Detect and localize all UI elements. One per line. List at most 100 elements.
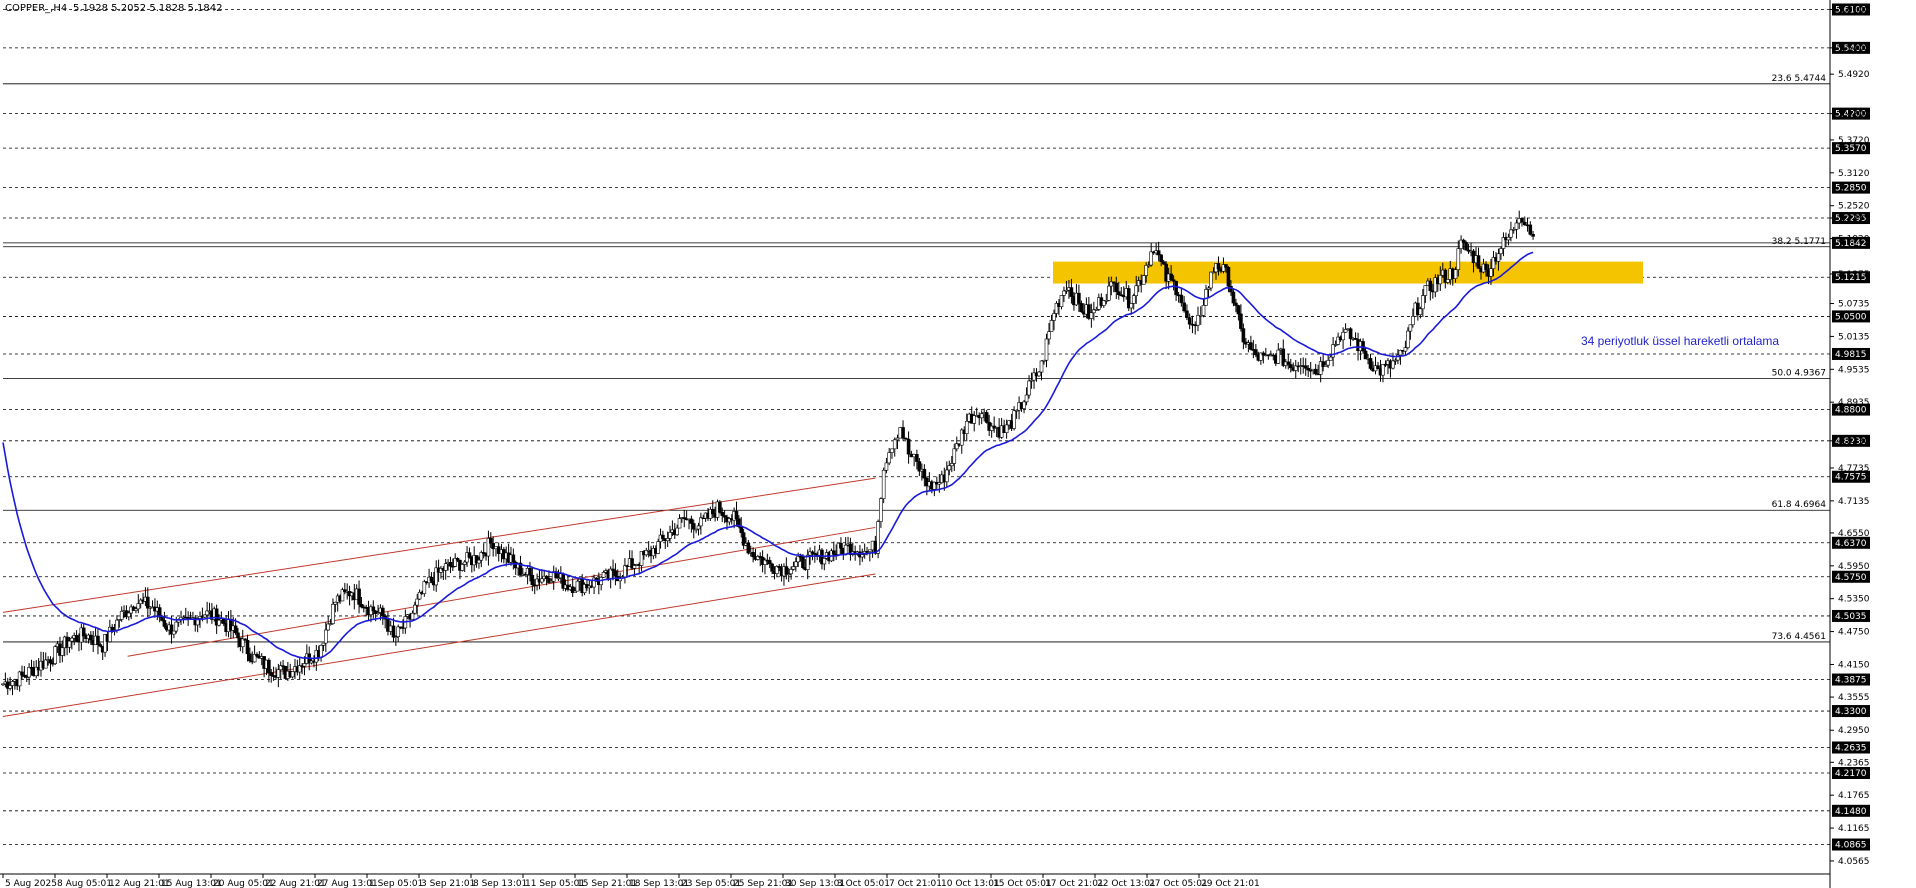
- y-tick-label: 4.7135: [1838, 497, 1870, 507]
- y-tick-label: 5.4920: [1838, 70, 1870, 80]
- candle-body: [20, 671, 24, 676]
- candle-body: [162, 620, 167, 627]
- candle-body: [415, 598, 420, 606]
- candle-body: [665, 538, 670, 542]
- candle-body: [1531, 234, 1535, 237]
- candle-body: [1461, 239, 1466, 243]
- candle-body: [1049, 320, 1054, 332]
- x-tick-label: 15 Oct 05:01: [993, 879, 1052, 888]
- candle-body: [217, 619, 221, 626]
- candle-body: [1022, 401, 1026, 409]
- candle-body: [691, 523, 696, 530]
- x-tick-label: 1 Sep 05:01: [369, 879, 423, 888]
- channel-line: [2, 573, 876, 718]
- candle-body: [1004, 424, 1009, 433]
- y-tick-label: 4.8230: [1838, 437, 1870, 447]
- candle-body: [887, 452, 891, 464]
- y-tick-label: 5.6100: [1838, 5, 1870, 15]
- candle-body: [601, 572, 606, 578]
- candle-body: [110, 626, 114, 631]
- y-tick-label: 5.0135: [1838, 332, 1870, 342]
- candle-body: [1341, 331, 1345, 341]
- candle-body: [1438, 275, 1443, 285]
- x-tick-label: 3 Sep 21:01: [421, 879, 475, 888]
- candle-body: [1328, 356, 1333, 361]
- y-tick-label: 5.2520: [1838, 202, 1870, 212]
- candle-body: [1185, 310, 1189, 318]
- candle-body: [127, 612, 131, 618]
- candle-body: [115, 619, 119, 631]
- price-level-label: 5.0500: [1835, 312, 1867, 322]
- candle-body: [1421, 295, 1425, 310]
- candle-body: [1403, 347, 1408, 352]
- price-channel: [2, 477, 876, 718]
- candle-body: [1381, 363, 1385, 376]
- chart-header-symbol: COPPER_,H4: [5, 3, 67, 14]
- candle-body: [324, 629, 328, 644]
- candle-body: [359, 604, 364, 608]
- y-tick-label: 4.2950: [1838, 726, 1870, 736]
- candle-body: [1077, 292, 1081, 304]
- y-tick-label: 5.1920: [1838, 235, 1870, 245]
- price-level-label: 4.5035: [1835, 612, 1867, 622]
- time-axis: 5 Aug 2025 8 Aug 05:0112 Aug 21:0115 Aug …: [2, 874, 1260, 888]
- price-level-label: 4.2635: [1835, 743, 1867, 753]
- candle-body: [371, 606, 376, 612]
- candle-body: [1116, 291, 1121, 296]
- candle-body: [321, 642, 326, 646]
- candle-body: [1089, 312, 1094, 319]
- candle-body: [136, 603, 141, 610]
- candle-body: [739, 526, 744, 533]
- candle-body: [1428, 280, 1433, 291]
- x-tick-label: 3 Oct 05:01: [837, 879, 890, 888]
- candle-body: [74, 635, 79, 642]
- candle-body: [613, 570, 618, 577]
- candle-body: [1234, 302, 1238, 306]
- candle-body: [528, 568, 532, 576]
- candle-body: [1363, 350, 1368, 360]
- candle-body: [1509, 229, 1513, 238]
- price-level-label: 4.1480: [1835, 807, 1867, 817]
- candle-body: [511, 554, 516, 563]
- candle-body: [668, 532, 672, 539]
- candle-body: [1209, 271, 1213, 289]
- y-tick-label: 5.3120: [1838, 169, 1870, 179]
- candle-body: [1069, 287, 1074, 297]
- candle-body: [789, 569, 793, 575]
- candle-body: [632, 565, 637, 569]
- candle-body: [801, 556, 805, 569]
- x-tick-label: 27 Oct 05:01: [1149, 879, 1208, 888]
- candle-body: [396, 626, 401, 637]
- candle-body: [544, 575, 549, 579]
- candle-body: [677, 518, 682, 529]
- candle-body: [1528, 224, 1533, 235]
- candle-body: [949, 463, 954, 467]
- candle-body: [1249, 342, 1253, 350]
- candle-body: [1134, 285, 1139, 296]
- candle-body: [477, 559, 481, 564]
- candle-body: [1044, 338, 1049, 361]
- candle-body: [791, 566, 796, 570]
- x-tick-label: 22 Oct 13:01: [1097, 879, 1156, 888]
- candle-body: [890, 448, 894, 453]
- candle-body: [448, 562, 453, 567]
- candle-body: [767, 560, 772, 565]
- candle-body: [901, 427, 905, 439]
- candle-body: [979, 413, 984, 419]
- candle-body: [331, 603, 335, 624]
- candle-body: [1254, 349, 1258, 356]
- candle-body: [1047, 331, 1051, 340]
- candle-body: [1141, 275, 1146, 285]
- y-tick-label: 4.2365: [1838, 758, 1870, 768]
- candle-body: [751, 552, 755, 558]
- candle-body: [734, 511, 739, 520]
- price-level-label: 4.0865: [1835, 841, 1867, 851]
- price-level-label: 4.3300: [1835, 707, 1867, 717]
- candle-body: [1062, 290, 1066, 296]
- y-tick-label: 4.7735: [1838, 464, 1870, 474]
- candle-body: [333, 601, 338, 605]
- candle-body: [1303, 365, 1308, 369]
- candle-body: [380, 607, 385, 617]
- y-tick-label: 4.8935: [1838, 398, 1870, 408]
- fib-label: 38.2 5.1771: [1772, 237, 1826, 247]
